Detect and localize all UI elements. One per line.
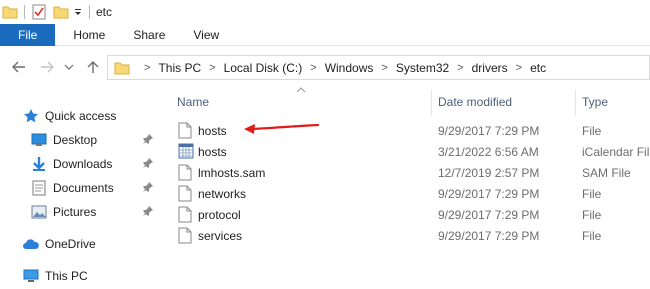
sidebar-item-label: Documents (53, 181, 114, 195)
navigation-pane: Quick access Desktop Downloads Documents… (0, 88, 160, 289)
column-header-type[interactable]: Type (582, 94, 608, 116)
up-button[interactable] (82, 56, 104, 78)
file-date: 3/21/2022 6:56 AM (438, 145, 539, 159)
title-bar: etc (0, 0, 650, 24)
sidebar-item-pictures[interactable]: Pictures (30, 202, 96, 222)
file-type: iCalendar File (582, 145, 650, 159)
file-name: hosts (198, 145, 227, 159)
breadcrumb-drivers[interactable]: drivers (472, 61, 508, 75)
tab-file[interactable]: File (0, 24, 56, 46)
chevron-right-icon: > (381, 61, 388, 74)
annotation-arrow (244, 123, 320, 134)
sidebar-item-label: Downloads (53, 157, 113, 171)
file-icon (178, 185, 194, 202)
file-type: File (582, 187, 602, 201)
file-icon (178, 164, 194, 181)
breadcrumb-system32[interactable]: System32 (396, 61, 449, 75)
tab-view[interactable]: View (179, 24, 233, 46)
file-name: protocol (198, 208, 241, 222)
pin-icon[interactable] (143, 206, 153, 219)
file-row[interactable]: lmhosts.sam 12/7/2019 2:57 PM SAM File (160, 162, 650, 183)
file-date: 12/7/2019 2:57 PM (438, 166, 540, 180)
sidebar-item-label: Pictures (53, 205, 97, 219)
breadcrumb-this-pc[interactable]: This PC (158, 61, 201, 75)
navigation-bar: > This PC > Local Disk (C:) > Windows > … (0, 46, 650, 88)
folder-icon (114, 61, 130, 75)
star-icon (22, 108, 40, 124)
file-name: services (198, 229, 243, 243)
sidebar-item-desktop[interactable]: Desktop (30, 130, 97, 150)
recent-locations-button[interactable] (58, 56, 80, 78)
file-row[interactable]: hosts 3/21/2022 6:56 AM iCalendar File (160, 141, 650, 162)
file-name: networks (198, 187, 247, 201)
chevron-right-icon: > (310, 61, 317, 74)
file-type: File (582, 124, 602, 138)
sidebar-item-label: Desktop (53, 133, 98, 147)
separator (24, 5, 25, 19)
file-name: lmhosts.sam (198, 166, 266, 180)
calendar-file-icon (178, 143, 194, 160)
column-divider[interactable] (431, 90, 432, 116)
sidebar-item-onedrive[interactable]: OneDrive (22, 234, 96, 254)
sidebar-item-downloads[interactable]: Downloads (30, 154, 112, 174)
folder-icon (2, 0, 18, 24)
column-header-date-modified[interactable]: Date modified (438, 94, 512, 116)
forward-button[interactable] (36, 56, 58, 78)
sidebar-item-quick-access[interactable]: Quick access (22, 106, 116, 126)
file-date: 9/29/2017 7:29 PM (438, 124, 540, 138)
pictures-icon (30, 204, 48, 220)
chevron-right-icon: > (457, 61, 464, 74)
column-divider[interactable] (575, 90, 576, 116)
file-row[interactable]: hosts 9/29/2017 7:29 PM File (160, 120, 650, 141)
file-date: 9/29/2017 7:29 PM (438, 208, 540, 222)
breadcrumb-windows[interactable]: Windows (325, 61, 374, 75)
column-header-name[interactable]: Name (177, 94, 209, 116)
new-folder-icon[interactable] (53, 0, 69, 24)
tab-share[interactable]: Share (119, 24, 179, 46)
separator (89, 5, 90, 19)
computer-icon (22, 268, 40, 284)
file-icon (178, 227, 194, 244)
pin-icon[interactable] (143, 158, 153, 171)
file-row[interactable]: services 9/29/2017 7:29 PM File (160, 225, 650, 246)
file-date: 9/29/2017 7:29 PM (438, 187, 540, 201)
sidebar-item-label: Quick access (45, 109, 117, 123)
file-type: File (582, 229, 602, 243)
window-title: etc (96, 5, 113, 19)
tab-home[interactable]: Home (55, 24, 119, 46)
sidebar-item-label: OneDrive (45, 237, 96, 251)
file-icon (178, 122, 194, 139)
file-row[interactable]: networks 9/29/2017 7:29 PM File (160, 183, 650, 204)
file-type: File (582, 208, 602, 222)
chevron-right-icon: > (209, 61, 216, 74)
sidebar-item-documents[interactable]: Documents (30, 178, 114, 198)
sidebar-item-this-pc[interactable]: This PC (22, 266, 88, 286)
ribbon-tabs: File Home Share View (0, 24, 650, 46)
chevron-right-icon: > (515, 61, 523, 74)
sort-ascending-icon (296, 85, 306, 96)
file-type: SAM File (582, 166, 631, 180)
file-row[interactable]: protocol 9/29/2017 7:29 PM File (160, 204, 650, 225)
downloads-icon (30, 156, 48, 172)
breadcrumb-local-disk[interactable]: Local Disk (C:) (224, 61, 303, 75)
address-bar[interactable]: > This PC > Local Disk (C:) > Windows > … (107, 55, 650, 80)
chevron-right-icon: > (144, 61, 151, 74)
cloud-icon (22, 236, 40, 252)
sidebar-item-label: This PC (45, 269, 88, 283)
customize-toolbar-icon[interactable] (73, 0, 83, 24)
file-date: 9/29/2017 7:29 PM (438, 229, 540, 243)
pin-icon[interactable] (143, 134, 153, 147)
file-name: hosts (198, 124, 227, 138)
properties-icon[interactable] (31, 0, 47, 24)
file-icon (178, 206, 194, 223)
pin-icon[interactable] (143, 182, 153, 195)
documents-icon (30, 180, 48, 196)
file-list: Name Date modified Type hosts 9/29/2017 … (160, 85, 650, 289)
breadcrumb-etc[interactable]: etc (530, 61, 546, 75)
back-button[interactable] (8, 56, 30, 78)
desktop-icon (30, 132, 48, 148)
